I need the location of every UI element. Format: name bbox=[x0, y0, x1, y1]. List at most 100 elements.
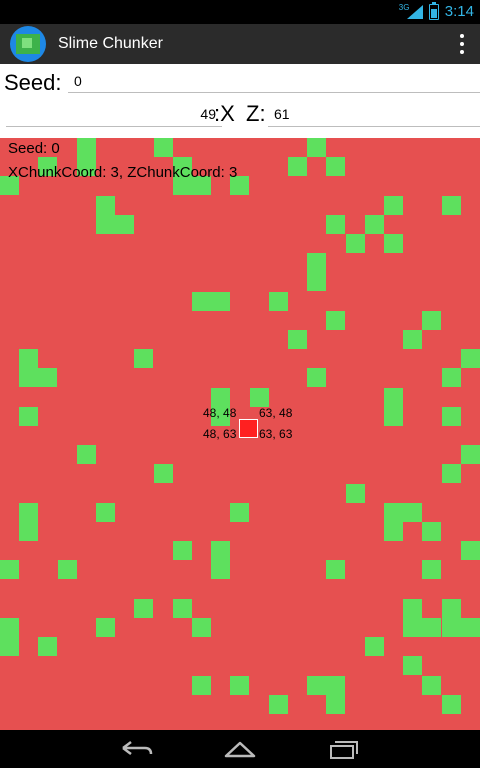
slime-chunk-cell bbox=[288, 157, 307, 176]
status-icons: 3G 3:14 bbox=[399, 1, 474, 20]
app-title: Slime Chunker bbox=[58, 35, 163, 52]
slime-chunk-cell bbox=[173, 541, 192, 560]
slime-chunk-cell bbox=[442, 196, 461, 215]
slime-chunk-cell bbox=[422, 618, 441, 637]
slime-chunk-cell bbox=[461, 618, 480, 637]
slime-chunk-cell bbox=[0, 637, 19, 656]
signal-icon: 3G bbox=[399, 3, 423, 19]
action-bar: Slime Chunker bbox=[0, 24, 480, 64]
slime-chunk-cell bbox=[250, 388, 269, 407]
seed-input[interactable] bbox=[68, 70, 480, 93]
slime-chunk-cell bbox=[19, 349, 38, 368]
slime-chunk-cell bbox=[77, 138, 96, 157]
slime-chunk-cell bbox=[96, 618, 115, 637]
slime-chunk-cell bbox=[442, 618, 461, 637]
back-icon bbox=[122, 741, 153, 755]
slime-chunk-cell bbox=[384, 407, 403, 426]
slime-chunk-cell bbox=[442, 407, 461, 426]
slime-chunk-cell bbox=[346, 234, 365, 253]
slime-chunk-map[interactable]: Seed: 0 XChunkCoord: 3, ZChunkCoord: 3 4… bbox=[0, 138, 480, 730]
seed-row: Seed: bbox=[0, 64, 480, 98]
slime-chunk-cell bbox=[115, 215, 134, 234]
coordinate-form: Seed: :X Z: bbox=[0, 64, 480, 138]
slime-chunk-cell bbox=[422, 311, 441, 330]
slime-chunk-cell bbox=[134, 349, 153, 368]
slime-chunk-cell bbox=[442, 464, 461, 483]
slime-chunk-cell bbox=[230, 676, 249, 695]
recent-apps-icon bbox=[330, 741, 358, 759]
slime-chunk-cell bbox=[58, 560, 77, 579]
network-type-label: 3G bbox=[398, 2, 410, 12]
slime-chunk-cell bbox=[192, 618, 211, 637]
slime-chunk-cell bbox=[326, 311, 345, 330]
slime-chunk-cell bbox=[403, 618, 422, 637]
z-coordinate-input[interactable] bbox=[268, 102, 480, 127]
slime-chunk-cell bbox=[77, 445, 96, 464]
slime-chunk-cell bbox=[0, 560, 19, 579]
x-label: :X bbox=[214, 101, 235, 126]
navigation-bar bbox=[0, 730, 480, 768]
slime-chunk-cell bbox=[211, 292, 230, 311]
slime-chunk-cell bbox=[211, 388, 230, 407]
battery-icon bbox=[428, 1, 439, 20]
map-chunk-coord-text: XChunkCoord: 3, ZChunkCoord: 3 bbox=[8, 164, 238, 181]
slime-chunk-cell bbox=[96, 196, 115, 215]
slime-chunk-cell bbox=[211, 560, 230, 579]
slime-chunk-cell bbox=[288, 330, 307, 349]
slime-chunk-cell bbox=[230, 503, 249, 522]
slime-chunk-cell bbox=[384, 234, 403, 253]
app-logo-icon[interactable] bbox=[10, 26, 46, 62]
corner-label-top-right: 63, 48 bbox=[259, 406, 293, 420]
slime-chunk-cell bbox=[96, 215, 115, 234]
selected-chunk-marker bbox=[239, 419, 258, 438]
slime-chunk-cell bbox=[154, 138, 173, 157]
slime-chunk-cell bbox=[211, 541, 230, 560]
coord-row: :X Z: bbox=[0, 98, 480, 138]
status-bar: 3G 3:14 bbox=[0, 0, 480, 24]
slime-chunk-cell bbox=[0, 618, 19, 637]
slime-chunk-cell bbox=[173, 599, 192, 618]
x-coordinate-input[interactable] bbox=[6, 102, 222, 127]
back-button[interactable] bbox=[117, 736, 157, 762]
slime-chunk-cell bbox=[384, 522, 403, 541]
slime-chunk-cell bbox=[384, 196, 403, 215]
overflow-menu-icon[interactable] bbox=[460, 34, 466, 54]
corner-label-bottom-left: 48, 63 bbox=[203, 427, 237, 441]
slime-chunk-cell bbox=[403, 503, 422, 522]
status-time: 3:14 bbox=[444, 3, 474, 20]
slime-chunk-cell bbox=[422, 676, 441, 695]
corner-label-bottom-right: 63, 63 bbox=[259, 427, 293, 441]
recent-apps-button[interactable] bbox=[323, 736, 363, 762]
slime-chunk-cell bbox=[192, 292, 211, 311]
slime-chunk-cell bbox=[326, 560, 345, 579]
slime-chunk-cell bbox=[307, 272, 326, 291]
slime-chunk-cell bbox=[326, 695, 345, 714]
slime-chunk-cell bbox=[442, 368, 461, 387]
slime-chunk-cell bbox=[19, 522, 38, 541]
slime-chunk-cell bbox=[38, 637, 57, 656]
slime-chunk-cell bbox=[442, 695, 461, 714]
z-label: Z: bbox=[246, 101, 266, 126]
slime-chunk-cell bbox=[307, 138, 326, 157]
slime-chunk-cell bbox=[326, 676, 345, 695]
slime-chunk-cell bbox=[422, 522, 441, 541]
slime-chunk-cell bbox=[365, 637, 384, 656]
home-icon bbox=[224, 741, 256, 758]
slime-chunk-cell bbox=[154, 464, 173, 483]
slime-chunk-cell bbox=[269, 292, 288, 311]
slime-chunk-cell bbox=[422, 560, 441, 579]
corner-label-top-left: 48, 48 bbox=[203, 406, 237, 420]
slime-chunk-cell bbox=[403, 330, 422, 349]
home-button[interactable] bbox=[220, 736, 260, 762]
slime-chunk-cell bbox=[269, 695, 288, 714]
slime-chunk-cell bbox=[346, 484, 365, 503]
seed-label: Seed: bbox=[4, 70, 62, 95]
slime-chunk-cell bbox=[307, 368, 326, 387]
slime-chunk-cell bbox=[307, 253, 326, 272]
slime-chunk-cell bbox=[19, 407, 38, 426]
slime-chunk-cell bbox=[96, 503, 115, 522]
slime-chunk-cell bbox=[461, 349, 480, 368]
slime-chunk-cell bbox=[326, 215, 345, 234]
slime-chunk-cell bbox=[461, 541, 480, 560]
slime-chunk-cell bbox=[134, 599, 153, 618]
